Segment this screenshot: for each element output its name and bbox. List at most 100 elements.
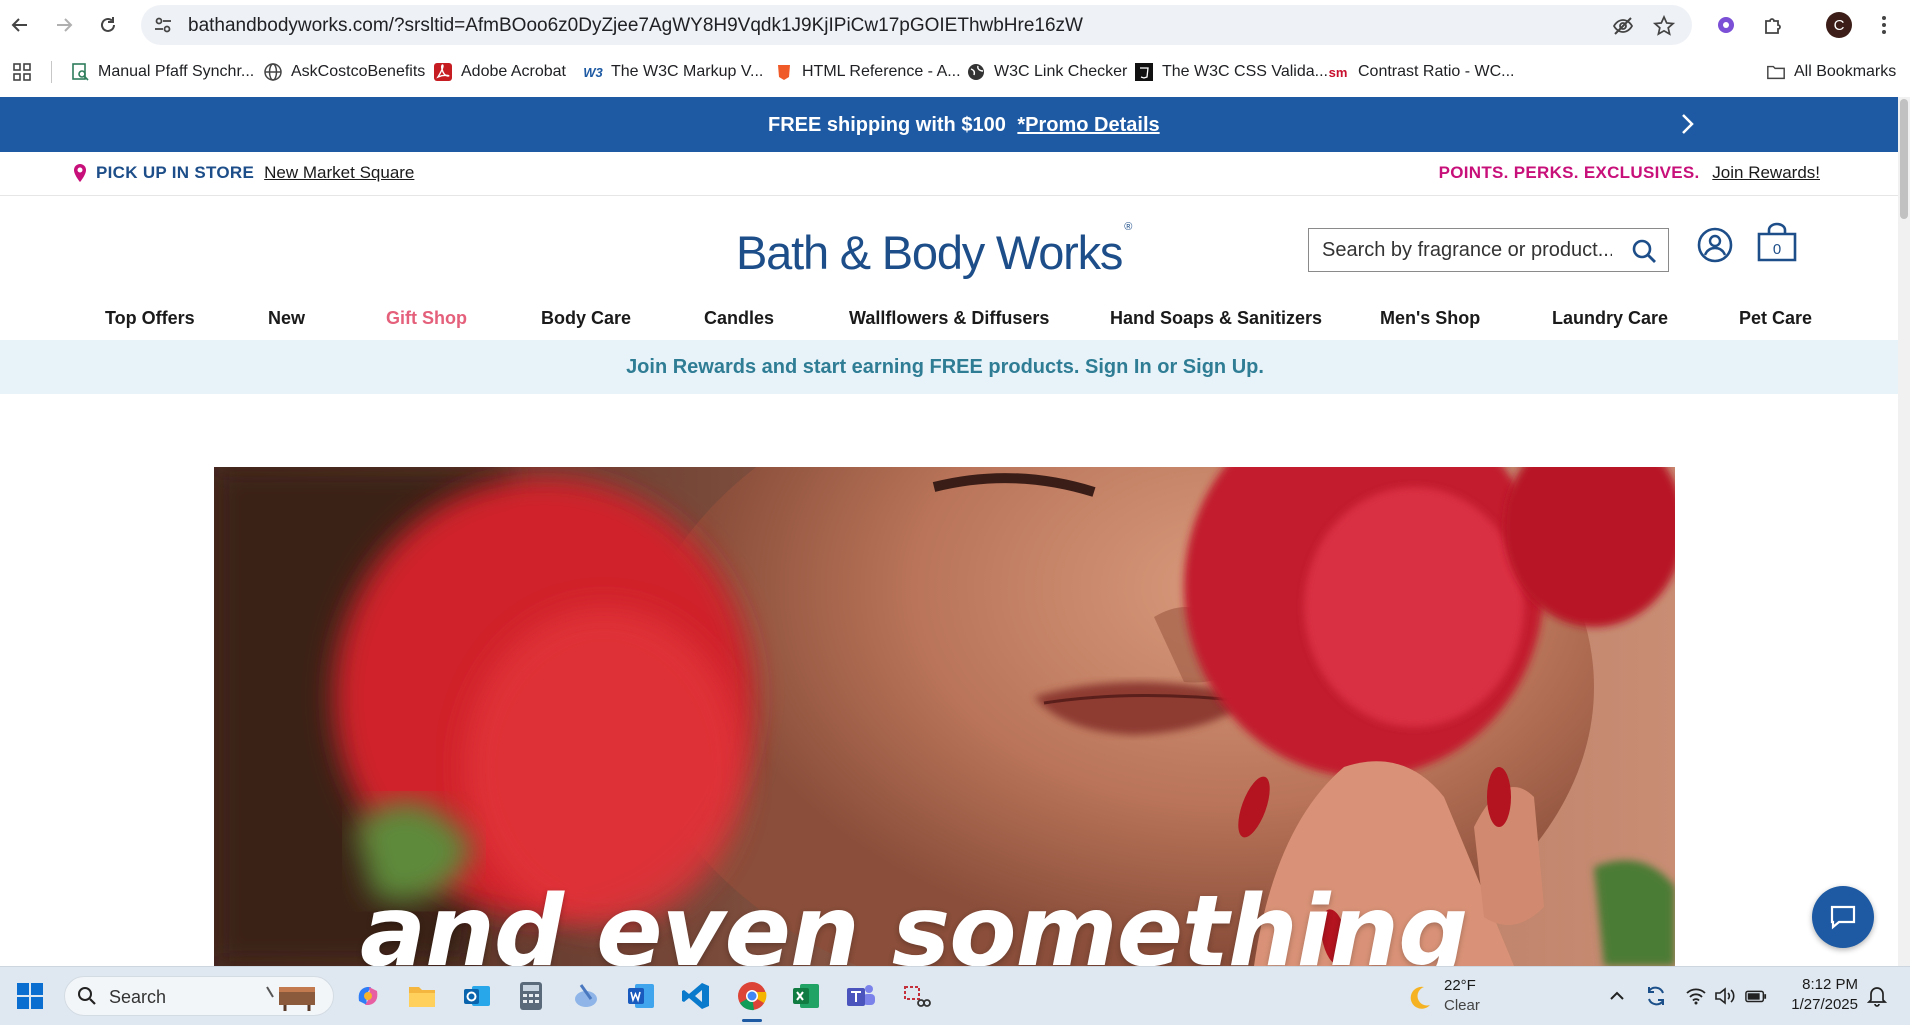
bookmark-label: AskCostcoBenefits xyxy=(291,63,426,80)
taskbar-file-explorer[interactable] xyxy=(406,980,438,1012)
taskbar-word[interactable] xyxy=(625,980,657,1012)
bookmark-item[interactable]: Manual Pfaff Synchr... xyxy=(70,60,254,84)
back-button[interactable] xyxy=(6,11,34,39)
nav-laundry-care[interactable]: Laundry Care xyxy=(1552,308,1668,329)
forward-button[interactable] xyxy=(50,11,78,39)
hero-banner[interactable]: and even something xyxy=(214,467,1675,966)
search-input[interactable] xyxy=(1322,238,1612,262)
volume-tray-button[interactable] xyxy=(1714,985,1736,1007)
globe-dark-icon xyxy=(966,62,986,82)
nav-wallflowers-diffusers[interactable]: Wallflowers & Diffusers xyxy=(849,308,1049,329)
bookmark-star-button[interactable] xyxy=(1652,14,1676,38)
store-link[interactable]: New Market Square xyxy=(264,163,414,183)
url-text[interactable]: bathandbodyworks.com/?srsltid=AfmBOoo6z0… xyxy=(188,15,1083,37)
all-bookmarks-label: All Bookmarks xyxy=(1794,63,1897,80)
scrollbar-thumb[interactable] xyxy=(1900,99,1908,219)
all-bookmarks-button[interactable]: All Bookmarks xyxy=(1766,60,1896,84)
bookmark-item[interactable]: sm Contrast Ratio - WC... xyxy=(1326,60,1515,84)
nav-new[interactable]: New xyxy=(268,308,305,329)
search-highlight-icon xyxy=(266,986,315,1011)
puzzle-icon xyxy=(1765,18,1781,34)
taskbar-teams[interactable] xyxy=(845,980,877,1012)
extensions-button[interactable] xyxy=(1759,11,1787,39)
promo-text: FREE shipping with $100 xyxy=(768,114,1006,136)
chrome-icon xyxy=(738,982,767,1011)
nav-hand-soaps-sanitizers[interactable]: Hand Soaps & Sanitizers xyxy=(1110,308,1322,329)
logo-text: Bath & Body Works xyxy=(736,226,1123,279)
nav-pet-care[interactable]: Pet Care xyxy=(1739,308,1812,329)
eye-off-icon xyxy=(1612,17,1634,35)
outlook-icon xyxy=(464,986,490,1006)
windows-taskbar: Search 22°F Clear 8:12 PM 1/27/2025 xyxy=(0,966,1910,1025)
shopping-bag-button[interactable]: 0 xyxy=(1755,221,1799,265)
word-icon xyxy=(628,984,654,1008)
bookmark-label: The W3C Markup V... xyxy=(611,63,764,80)
browser-menu-button[interactable] xyxy=(1870,11,1898,39)
nav-candles[interactable]: Candles xyxy=(704,308,774,329)
join-rewards-link[interactable]: Join Rewards! xyxy=(1712,163,1820,182)
bookmark-item[interactable]: W3 The W3C Markup V... xyxy=(583,60,763,84)
taskbar-copilot[interactable] xyxy=(352,980,384,1012)
bookmark-item[interactable]: The W3C CSS Valida... xyxy=(1134,60,1328,84)
show-hidden-icons-button[interactable] xyxy=(1606,985,1628,1007)
bookmark-item[interactable]: W3C Link Checker xyxy=(966,60,1127,84)
bookmark-item[interactable]: HTML Reference - A... xyxy=(774,60,961,84)
bookmarks-bar: Manual Pfaff Synchr... AskCostcoBenefits… xyxy=(0,52,1910,92)
page-scrollbar[interactable] xyxy=(1898,97,1910,966)
promo-details-link[interactable]: *Promo Details xyxy=(1017,114,1159,136)
address-bar[interactable]: bathandbodyworks.com/?srsltid=AfmBOoo6z0… xyxy=(141,5,1692,45)
taskbar-chrome[interactable] xyxy=(736,980,768,1012)
reload-icon xyxy=(101,17,115,32)
taskbar-outlook[interactable] xyxy=(461,980,493,1012)
sync-tray-button[interactable] xyxy=(1645,985,1667,1007)
rewards-banner[interactable]: Join Rewards and start earning FREE prod… xyxy=(0,340,1898,394)
sm-icon: sm xyxy=(1328,64,1348,80)
copilot-icon xyxy=(358,987,378,1005)
tracking-protection-button[interactable] xyxy=(1611,14,1635,38)
taskbar-search[interactable]: Search xyxy=(64,976,334,1016)
account-button[interactable] xyxy=(1696,226,1734,264)
chevron-right-icon xyxy=(1682,114,1694,134)
snipping-icon xyxy=(575,984,597,1007)
nav-gift-shop[interactable]: Gift Shop xyxy=(386,308,467,329)
profile-avatar[interactable]: C xyxy=(1826,12,1852,38)
apps-button[interactable] xyxy=(12,60,32,84)
taskbar-snip-app[interactable] xyxy=(900,980,932,1012)
bookmark-item[interactable]: Adobe Acrobat xyxy=(433,60,566,84)
brand-logo[interactable]: Bath & Body Works ® xyxy=(736,221,1132,280)
battery-tray-button[interactable] xyxy=(1745,985,1767,1007)
forward-arrow-icon xyxy=(57,18,73,32)
nav-top-offers[interactable]: Top Offers xyxy=(105,308,195,329)
tune-icon xyxy=(155,17,171,33)
browser-toolbar: bathandbodyworks.com/?srsltid=AfmBOoo6z0… xyxy=(0,0,1910,97)
nav-mens-shop[interactable]: Men's Shop xyxy=(1380,308,1480,329)
taskbar-excel[interactable] xyxy=(790,980,822,1012)
taskbar-calculator[interactable] xyxy=(515,980,547,1012)
reload-button[interactable] xyxy=(94,11,122,39)
main-navigation: Top Offers New Gift Shop Body Care Candl… xyxy=(0,296,1898,340)
pickup-in-store: PICK UP IN STORE New Market Square xyxy=(72,163,414,183)
moon-icon xyxy=(1410,986,1430,1009)
notifications-button[interactable] xyxy=(1866,985,1888,1007)
bookmark-item[interactable]: AskCostcoBenefits xyxy=(263,60,425,84)
teams-icon xyxy=(847,985,875,1006)
pickup-label: PICK UP IN STORE xyxy=(96,163,255,182)
search-icon xyxy=(1632,239,1656,263)
taskbar-clock[interactable]: 8:12 PM 1/27/2025 xyxy=(1780,976,1858,1013)
star-icon xyxy=(1653,15,1675,36)
search-button[interactable] xyxy=(1630,237,1658,265)
taskbar-vscode[interactable] xyxy=(680,980,712,1012)
promo-next-button[interactable] xyxy=(1674,111,1700,137)
rewards-banner-text[interactable]: Join Rewards and start earning FREE prod… xyxy=(0,356,1890,379)
search-field[interactable] xyxy=(1308,228,1669,272)
extension-button[interactable] xyxy=(1712,11,1740,39)
bell-icon xyxy=(1867,987,1887,1007)
bookmark-label: Contrast Ratio - WC... xyxy=(1358,63,1515,80)
wifi-tray-button[interactable] xyxy=(1685,985,1707,1007)
taskbar-snipping-tool[interactable] xyxy=(570,980,602,1012)
search-icon xyxy=(78,987,96,1005)
nav-body-care[interactable]: Body Care xyxy=(541,308,631,329)
chat-button[interactable] xyxy=(1812,886,1874,948)
start-button[interactable] xyxy=(14,980,46,1012)
site-info-button[interactable] xyxy=(151,13,175,37)
